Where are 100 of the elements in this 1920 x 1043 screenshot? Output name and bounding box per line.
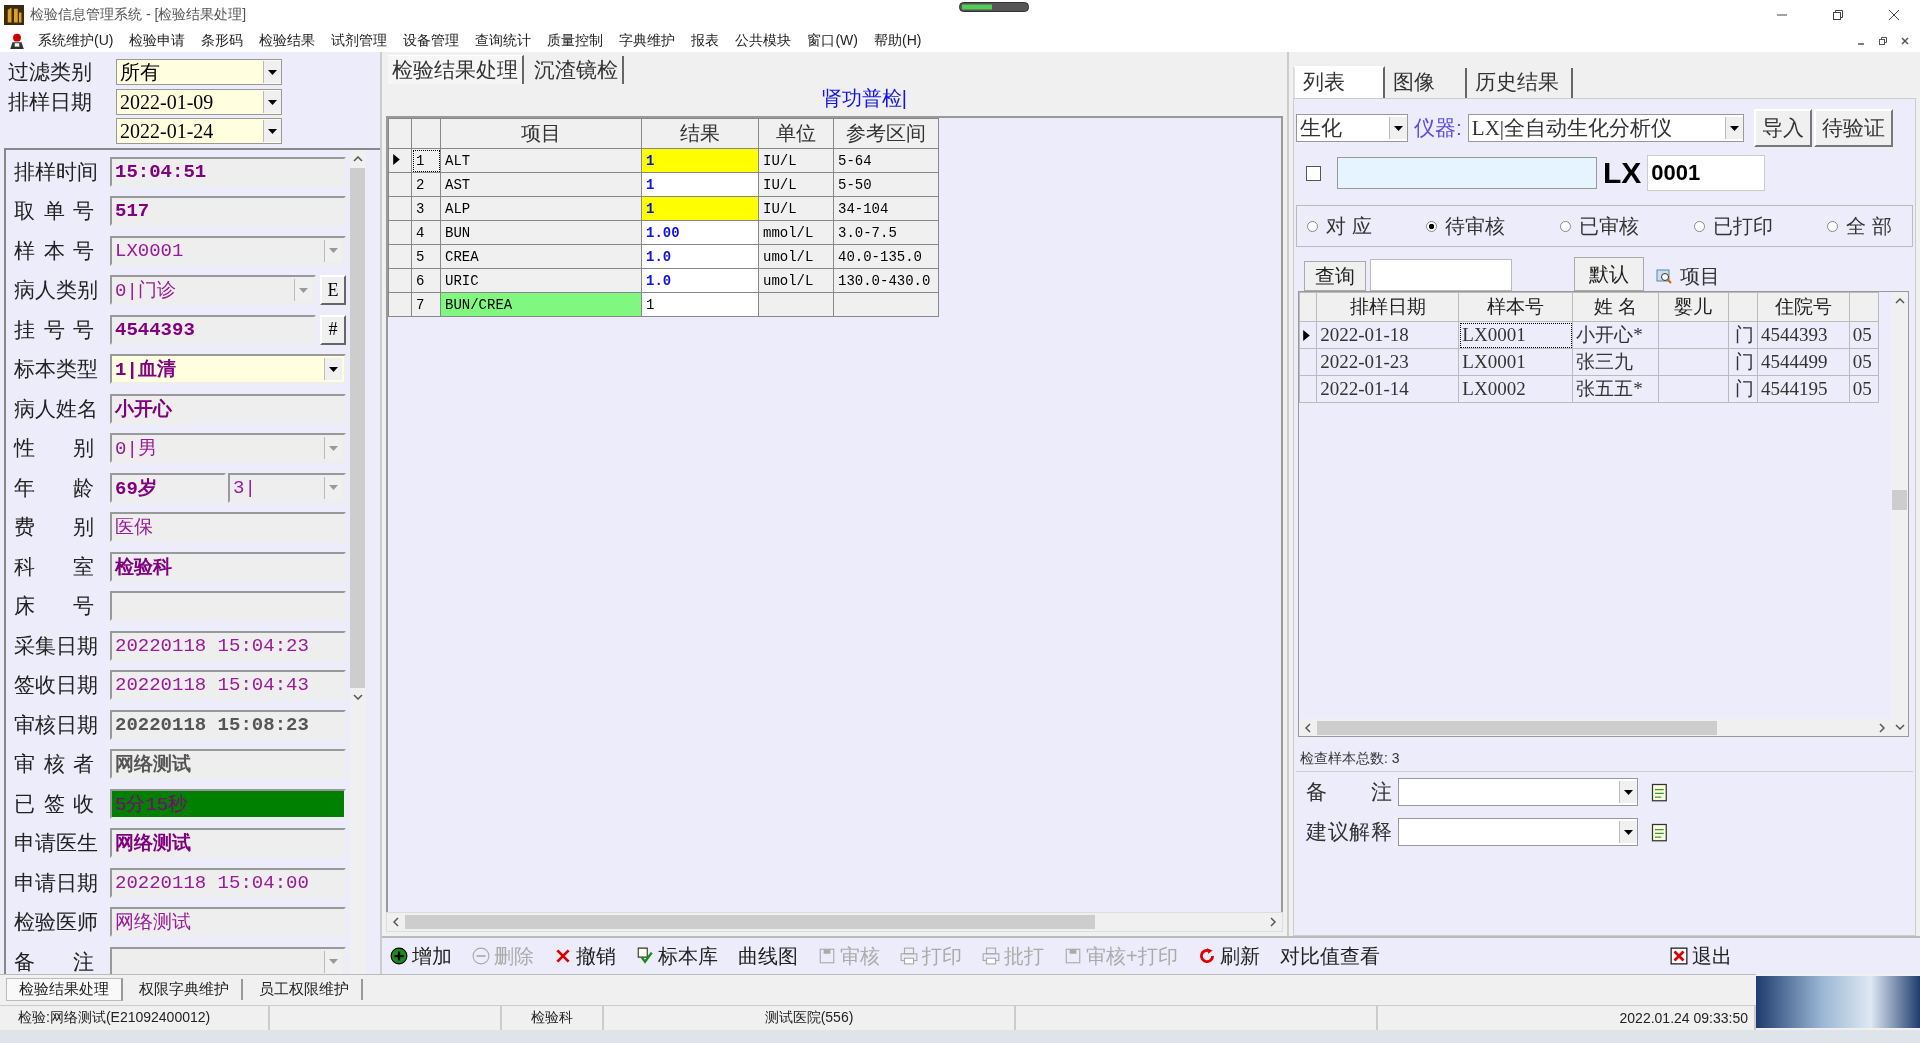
scrollbar[interactable] [349,150,366,974]
table-cell[interactable]: 2022-01-18 [1316,321,1459,349]
input-field[interactable] [1337,157,1597,189]
menu-item[interactable]: 质量控制 [539,32,612,50]
result-cell[interactable]: 1.0 [641,268,759,293]
result-cell[interactable]: 1 [641,172,759,197]
row-header[interactable] [388,148,412,173]
menu-item[interactable]: 试剂管理 [323,32,396,50]
checkbox[interactable] [1306,165,1321,181]
column-header[interactable]: 单位 [758,118,834,149]
menu-item[interactable]: 设备管理 [395,32,468,50]
menu-item[interactable]: 帮助(H) [866,32,930,50]
dropdown-button[interactable] [324,358,342,381]
radio-option[interactable]: 对 应 [1307,212,1372,240]
table-cell[interactable]: 张三九 [1572,348,1659,376]
sample-number-field[interactable]: 0001 [1647,155,1766,191]
toolbar-button[interactable]: 刷新 [1191,942,1266,970]
dropdown-button[interactable] [1619,821,1637,843]
table-cell[interactable]: 4544195 [1757,375,1850,403]
table-cell[interactable]: 05 [1849,321,1879,349]
close-icon[interactable] [1900,36,1910,46]
age-unit-combo[interactable]: 3| [228,472,346,503]
default-button[interactable]: 默认 [1574,257,1644,291]
dropdown-button[interactable] [263,61,281,83]
table-cell[interactable]: 05 [1849,348,1879,376]
scroll-down-icon[interactable] [352,694,363,700]
dropdown-button[interactable] [1619,781,1637,803]
scroll-up-icon[interactable] [1894,298,1905,304]
toolbar-button[interactable]: 导入 [1753,109,1812,147]
scroll-thumb[interactable] [1317,720,1717,735]
toolbar-button[interactable]: 曲线图 [732,942,804,970]
filter-type-combo[interactable]: 所有 [116,59,282,85]
toolbar-button[interactable]: 撤销 [548,942,622,970]
menu-item[interactable]: 窗口(W) [799,32,866,50]
scroll-thumb[interactable] [1892,490,1907,510]
field-combo[interactable] [110,946,346,974]
text-field[interactable]: 517 [110,196,346,227]
table-cell[interactable]: 4544393 [1757,321,1850,349]
radio-option[interactable]: 已打印 [1693,212,1773,240]
tab[interactable]: 员工权限维护 [247,978,363,1000]
table-cell[interactable]: 05 [1849,375,1879,403]
result-cell[interactable]: 1 [641,148,759,173]
scroll-thumb[interactable] [405,915,1095,929]
column-header[interactable]: 样本号 [1458,292,1573,322]
tab[interactable]: 检验结果处理 [6,977,123,1001]
table-cell[interactable]: 门 [1728,321,1758,349]
scrollbar[interactable] [1891,292,1908,736]
text-field[interactable]: 医保 [110,512,346,543]
toolbar-button[interactable]: 增加 [384,942,458,970]
notepad-icon[interactable] [1650,782,1670,802]
text-field[interactable]: 网络测试 [110,749,346,780]
restore-icon[interactable] [1832,9,1844,21]
field-combo[interactable]: 0|男 [110,433,346,464]
dropdown-button[interactable] [263,120,281,142]
scroll-right-icon[interactable] [1879,722,1885,733]
field-combo[interactable]: 1|血清 [110,354,346,385]
menu-item[interactable]: 查询统计 [467,32,540,50]
items-button[interactable]: 项目 [1648,261,1728,291]
dropdown-button[interactable] [1724,117,1743,139]
toolbar-button[interactable]: 标本库 [630,942,724,970]
toolbar-button[interactable]: 对比值查看 [1273,942,1386,970]
scroll-left-icon[interactable] [1305,722,1311,733]
column-header[interactable]: 参考区间 [833,118,939,149]
result-cell[interactable]: 1.0 [641,244,759,269]
text-field[interactable] [110,591,346,622]
search-field[interactable] [1370,259,1512,291]
restore-icon[interactable] [1878,36,1888,46]
column-header[interactable]: 婴儿 [1658,292,1729,322]
dropdown-button[interactable] [1389,117,1407,139]
scroll-thumb[interactable] [350,168,366,688]
field-button[interactable]: # [320,314,346,345]
date-from-combo[interactable]: 2022-01-09 [116,89,282,115]
field-combo[interactable]: 0|门诊 [110,275,316,306]
table-cell[interactable]: LX0001 [1458,321,1573,349]
scroll-down-icon[interactable] [1894,724,1905,730]
menu-item[interactable]: 公共模块 [727,32,800,50]
radio-option[interactable]: 全 部 [1827,212,1892,240]
table-cell[interactable]: LX0001 [1458,348,1573,376]
text-field[interactable]: 20220118 15:04:43 [110,670,346,701]
table-cell[interactable]: 小开心* [1572,321,1659,349]
text-field[interactable]: 网络测试 [110,907,346,938]
scroll-left-icon[interactable] [393,917,399,927]
scroll-right-icon[interactable] [1270,917,1276,927]
text-field[interactable]: 20220118 15:04:23 [110,630,346,661]
text-field[interactable]: 4544393 [110,314,316,345]
table-cell[interactable]: LX0002 [1458,375,1573,403]
query-button[interactable]: 查询 [1304,261,1366,291]
toolbar-button[interactable]: 退出 [1663,942,1738,970]
column-header[interactable]: 住院号 [1757,292,1850,322]
tab[interactable]: 沉渣镜检 [530,56,624,84]
text-field[interactable]: 小开心 [110,393,346,424]
text-field[interactable]: 检验科 [110,551,346,582]
field-button[interactable]: E [320,275,346,306]
row-header[interactable] [1299,321,1317,349]
result-cell[interactable]: 1 [641,292,759,317]
scrollbar[interactable] [1299,719,1891,736]
dropdown-button[interactable] [263,91,281,113]
scrollbar[interactable] [386,912,1283,932]
column-header[interactable]: 项目 [440,118,642,149]
table-cell[interactable]: 门 [1728,375,1758,403]
